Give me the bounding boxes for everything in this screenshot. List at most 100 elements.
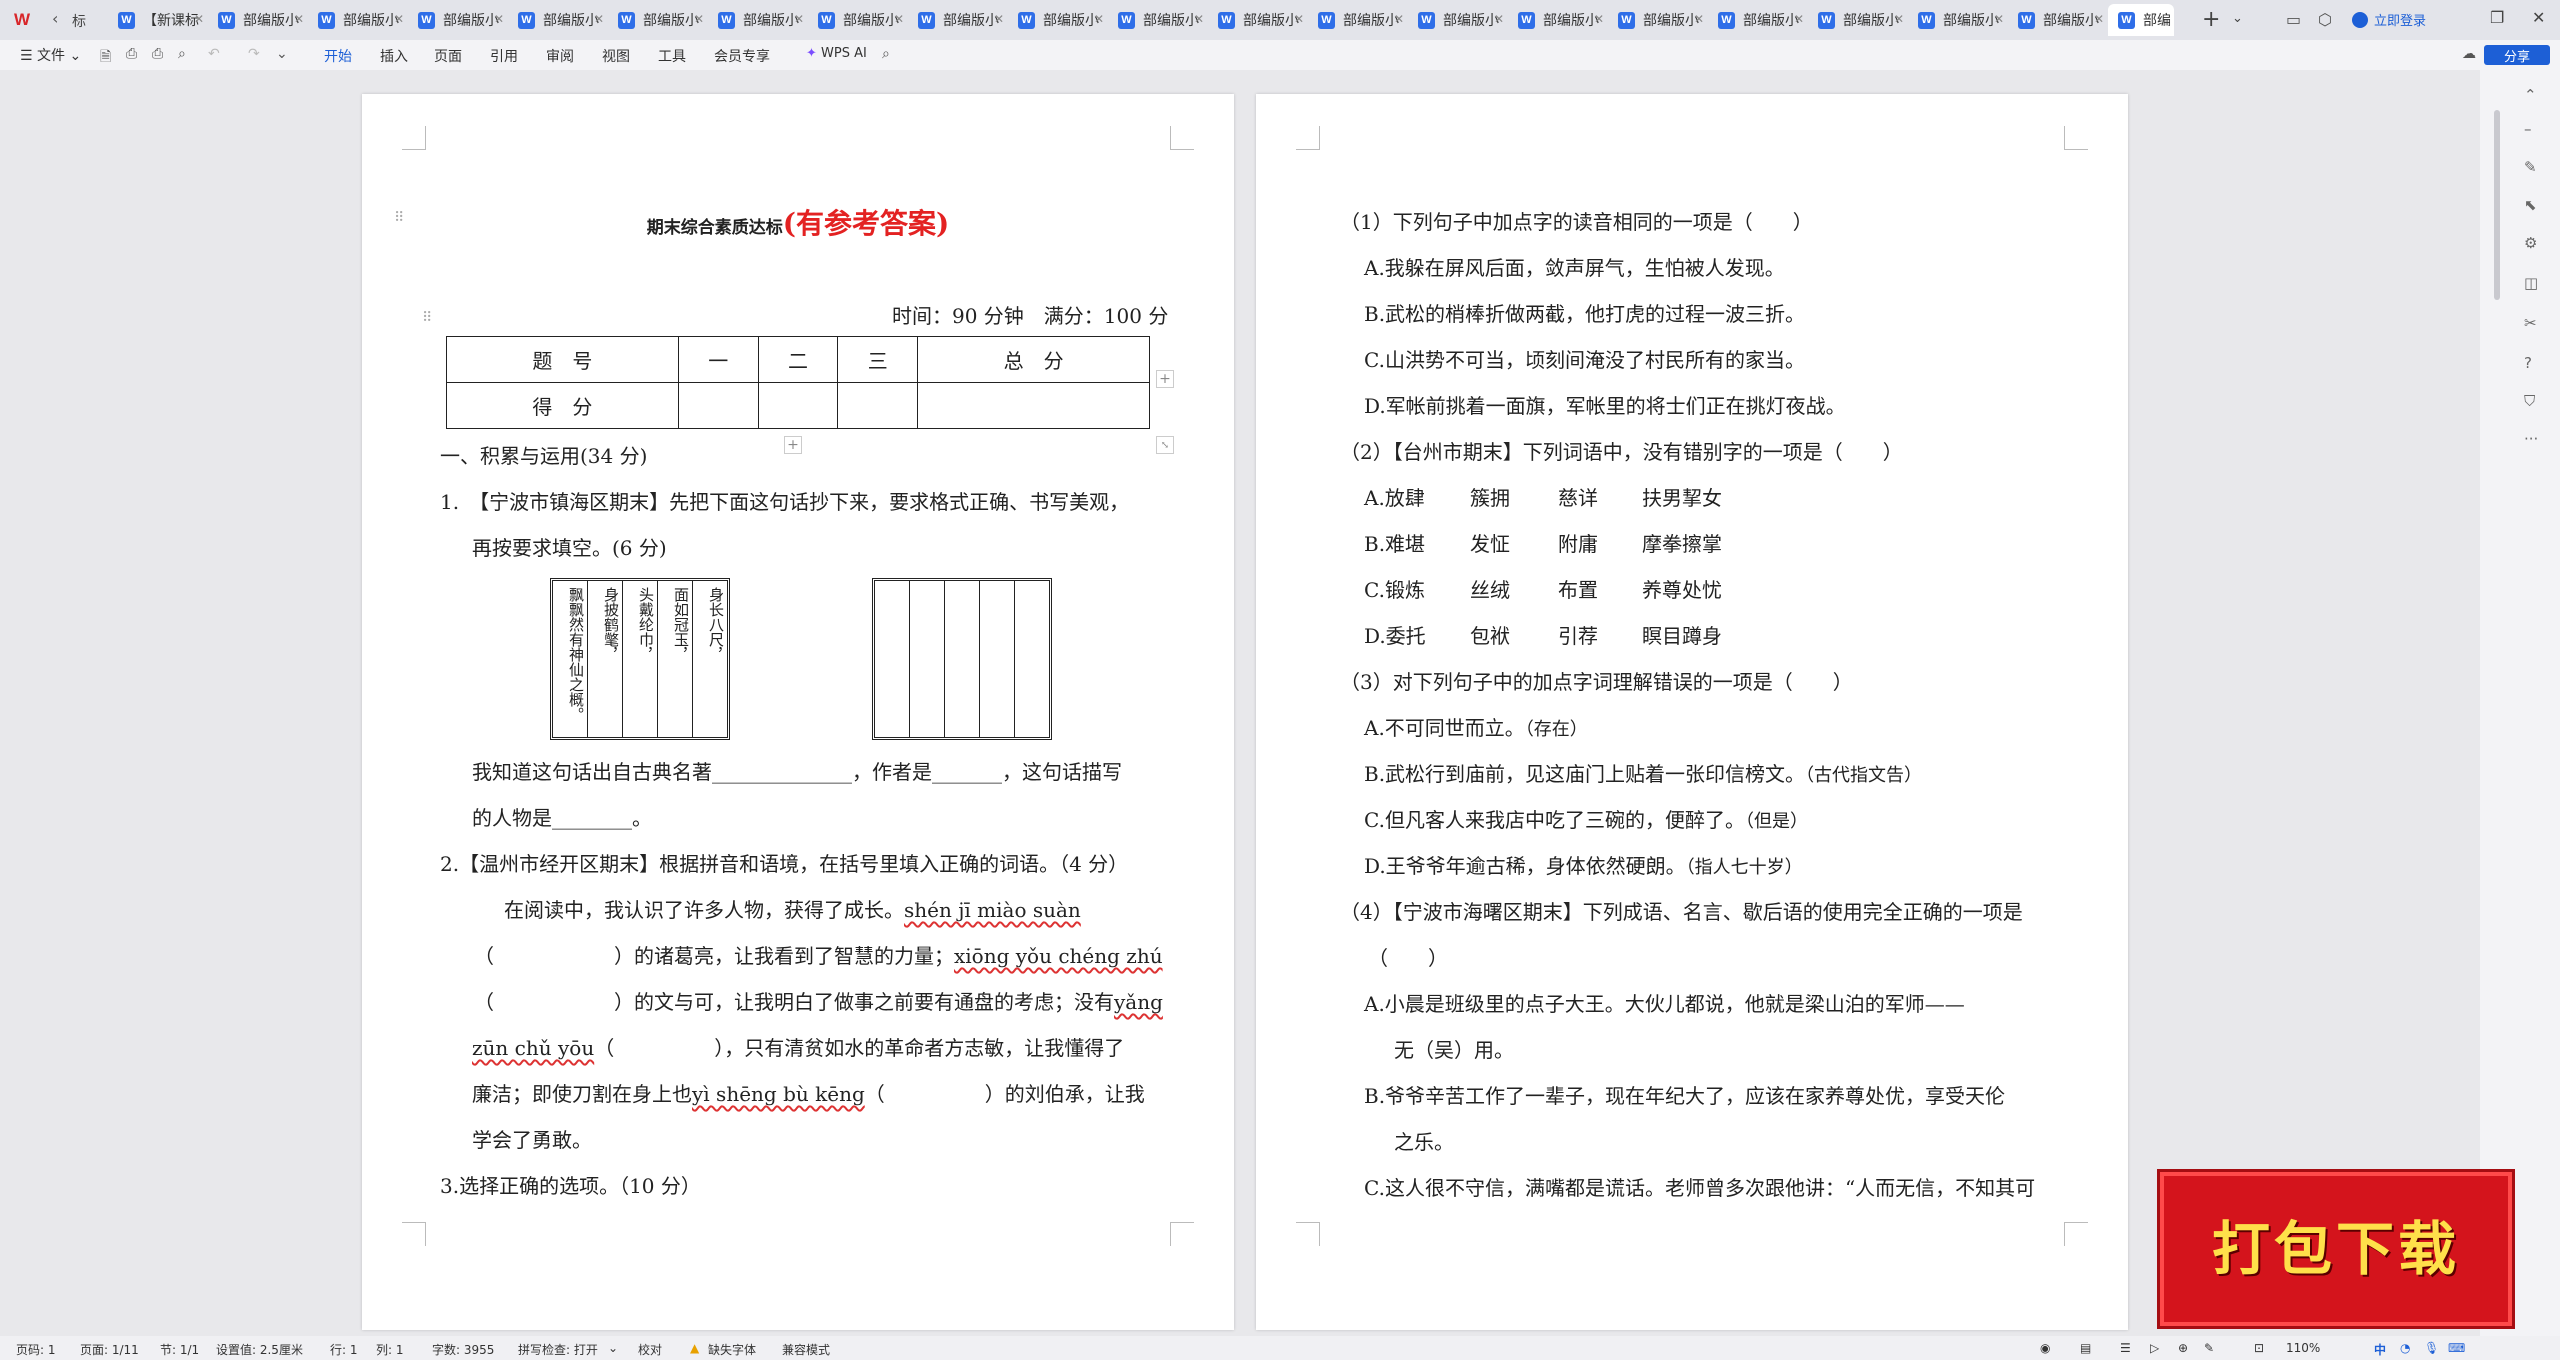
tab-close-icon[interactable]: ✕	[1094, 12, 1104, 26]
tab-close-icon[interactable]: ✕	[694, 12, 704, 26]
document-tab[interactable]: W 部编版小 ✕	[608, 4, 708, 36]
status-setting[interactable]: 设置值: 2.5厘米	[216, 1341, 303, 1358]
login-button[interactable]: 立即登录	[2352, 10, 2426, 29]
add-row-button[interactable]: +	[784, 436, 802, 454]
document-tab[interactable]: W 部编版小 ✕	[1008, 4, 1108, 36]
tab-close-icon[interactable]: ✕	[394, 12, 404, 26]
tab-view[interactable]: 视图	[602, 46, 630, 66]
shirt-icon[interactable]: ⛉	[2524, 392, 2535, 410]
tab-close-icon[interactable]: ✕	[1694, 12, 1704, 26]
document-tab[interactable]: W 部编版小 ✕	[508, 4, 608, 36]
wps-logo-icon[interactable]: W	[14, 10, 36, 30]
export-pdf-icon[interactable]: ⎙	[126, 46, 137, 62]
skin-icon[interactable]: ⬡	[2318, 10, 2332, 29]
document-tab[interactable]: W 部编版小 ✕	[1508, 4, 1608, 36]
status-proof[interactable]: 校对	[638, 1341, 662, 1358]
document-tab[interactable]: W 部编版小 ✕	[1808, 4, 1908, 36]
tab-close-icon[interactable]: ✕	[594, 12, 604, 26]
status-page-count[interactable]: 页面: 1/11	[80, 1341, 139, 1358]
tab-partial-label[interactable]: 标	[72, 11, 86, 31]
pen-icon[interactable]: ✎	[2204, 1341, 2214, 1355]
document-tab[interactable]: W 部编版小 ✕	[908, 4, 1008, 36]
eye-protection-icon[interactable]: ◉	[2040, 1341, 2050, 1355]
tab-tools[interactable]: 工具	[658, 46, 686, 66]
document-page-2[interactable]: （1）下列句子中加点字的读音相同的一项是（ ） A.我躲在屏风后面，敛声屏气，生…	[1256, 94, 2128, 1330]
status-compat-mode[interactable]: 兼容模式	[782, 1341, 830, 1358]
tab-close-icon[interactable]: ✕	[994, 12, 1004, 26]
cloud-sync-icon[interactable]: ☁	[2462, 46, 2476, 62]
tab-close-icon[interactable]: ✕	[494, 12, 504, 26]
ime-language[interactable]: 中	[2374, 1341, 2386, 1358]
outline-view-icon[interactable]: ☰	[2120, 1341, 2131, 1355]
download-promo-badge[interactable]: 打包下载	[2160, 1172, 2512, 1326]
tab-references[interactable]: 引用	[490, 46, 518, 66]
tab-review[interactable]: 审阅	[546, 46, 574, 66]
window-layout-icon[interactable]: ▭	[2286, 10, 2301, 29]
close-window-button[interactable]: ✕	[2532, 8, 2545, 27]
document-tab[interactable]: W 部编版小 ✕	[1208, 4, 1308, 36]
fit-page-icon[interactable]: ⊡	[2254, 1341, 2264, 1355]
document-tab[interactable]: W 部编版小 ✕	[2008, 4, 2108, 36]
vertical-scrollbar[interactable]	[2494, 110, 2500, 300]
print-icon[interactable]: ⎙	[152, 46, 163, 62]
tab-scroll-left-icon[interactable]: ‹	[52, 9, 58, 28]
help-icon[interactable]: ?	[2524, 354, 2532, 372]
document-tab[interactable]: W 部编版小 ✕	[208, 4, 308, 36]
document-canvas[interactable]: ⠿ 期末综合素质达标(有参考答案) ⠿ 时间：90 分钟 满分：100 分 题 …	[0, 70, 2480, 1340]
tab-list-dropdown-icon[interactable]: ⌄	[2232, 11, 2243, 26]
document-page-1[interactable]: ⠿ 期末综合素质达标(有参考答案) ⠿ 时间：90 分钟 满分：100 分 题 …	[362, 94, 1234, 1330]
status-row[interactable]: 行: 1	[330, 1341, 358, 1358]
tab-close-icon[interactable]: ✕	[1994, 12, 2004, 26]
document-tab[interactable]: W 部编版小 ✕	[1608, 4, 1708, 36]
more-icon[interactable]: ···	[2524, 430, 2538, 448]
status-word-count[interactable]: 字数: 3955	[432, 1341, 494, 1358]
wps-ai-button[interactable]: ✦ WPS AI	[806, 46, 867, 61]
tab-close-icon[interactable]: ✕	[794, 12, 804, 26]
share-button[interactable]: 分享	[2484, 45, 2550, 65]
tab-close-icon[interactable]: ✕	[1494, 12, 1504, 26]
keyboard-icon[interactable]: ⌨	[2448, 1341, 2465, 1355]
status-missing-font[interactable]: 缺失字体	[708, 1341, 756, 1358]
file-menu-button[interactable]: ☰ 文件 ⌄	[20, 45, 81, 65]
edit-icon[interactable]: ✎	[2524, 158, 2537, 176]
minimize-panel-icon[interactable]: –	[2524, 120, 2532, 138]
tab-close-icon[interactable]: ✕	[2094, 12, 2104, 26]
tab-page[interactable]: 页面	[434, 46, 462, 66]
tools-icon[interactable]: ✂	[2524, 314, 2537, 332]
document-tab[interactable]: W 部编版小 ✕	[808, 4, 908, 36]
status-spell-check[interactable]: 拼写检查: 打开	[518, 1341, 598, 1358]
tab-close-icon[interactable]: ✕	[294, 12, 304, 26]
new-tab-button[interactable]: +	[2202, 7, 2220, 32]
tab-close-icon[interactable]: ✕	[894, 12, 904, 26]
drag-handle-icon[interactable]: ⠿	[422, 310, 432, 326]
microphone-icon[interactable]: 🎙	[2424, 1341, 2439, 1355]
document-tab[interactable]: W 【新课标 ✕	[108, 4, 208, 36]
undo-icon[interactable]: ↶	[208, 46, 220, 62]
select-icon[interactable]: ⬉	[2524, 196, 2537, 214]
play-icon[interactable]: ▷	[2150, 1341, 2159, 1355]
tab-insert[interactable]: 插入	[380, 46, 408, 66]
status-col[interactable]: 列: 1	[376, 1341, 404, 1358]
collapse-icon[interactable]: ⌃	[2524, 86, 2537, 104]
ime-punct-icon[interactable]: ◔	[2400, 1341, 2410, 1355]
quick-access-more-icon[interactable]: ⌄	[276, 46, 288, 62]
document-tab[interactable]: W 部编版小 ✕	[308, 4, 408, 36]
add-column-button[interactable]: +	[1156, 370, 1174, 388]
search-icon[interactable]: ⌕	[882, 46, 890, 62]
restore-window-button[interactable]: ❐	[2490, 8, 2504, 27]
status-page-code[interactable]: 页码: 1	[16, 1341, 56, 1358]
spell-dropdown-icon[interactable]: ⌄	[608, 1341, 618, 1355]
tab-close-icon[interactable]: ✕	[194, 12, 204, 26]
page-view-icon[interactable]: ▤	[2080, 1341, 2091, 1355]
document-tab[interactable]: W 部编版小 ✕	[1908, 4, 2008, 36]
tab-close-icon[interactable]: ✕	[1194, 12, 1204, 26]
tab-close-icon[interactable]: ✕	[1294, 12, 1304, 26]
shapes-icon[interactable]: ◫	[2524, 274, 2538, 292]
tab-close-icon[interactable]: ✕	[1394, 12, 1404, 26]
adjust-icon[interactable]: ⚙	[2524, 234, 2537, 252]
web-view-icon[interactable]: ⊕	[2178, 1341, 2188, 1355]
tab-close-icon[interactable]: ✕	[1794, 12, 1804, 26]
document-tab[interactable]: W 部编版小 ✕	[1708, 4, 1808, 36]
table-resize-icon[interactable]: ⤡	[1156, 436, 1174, 454]
document-tab[interactable]: W 部编版小 ✕	[408, 4, 508, 36]
